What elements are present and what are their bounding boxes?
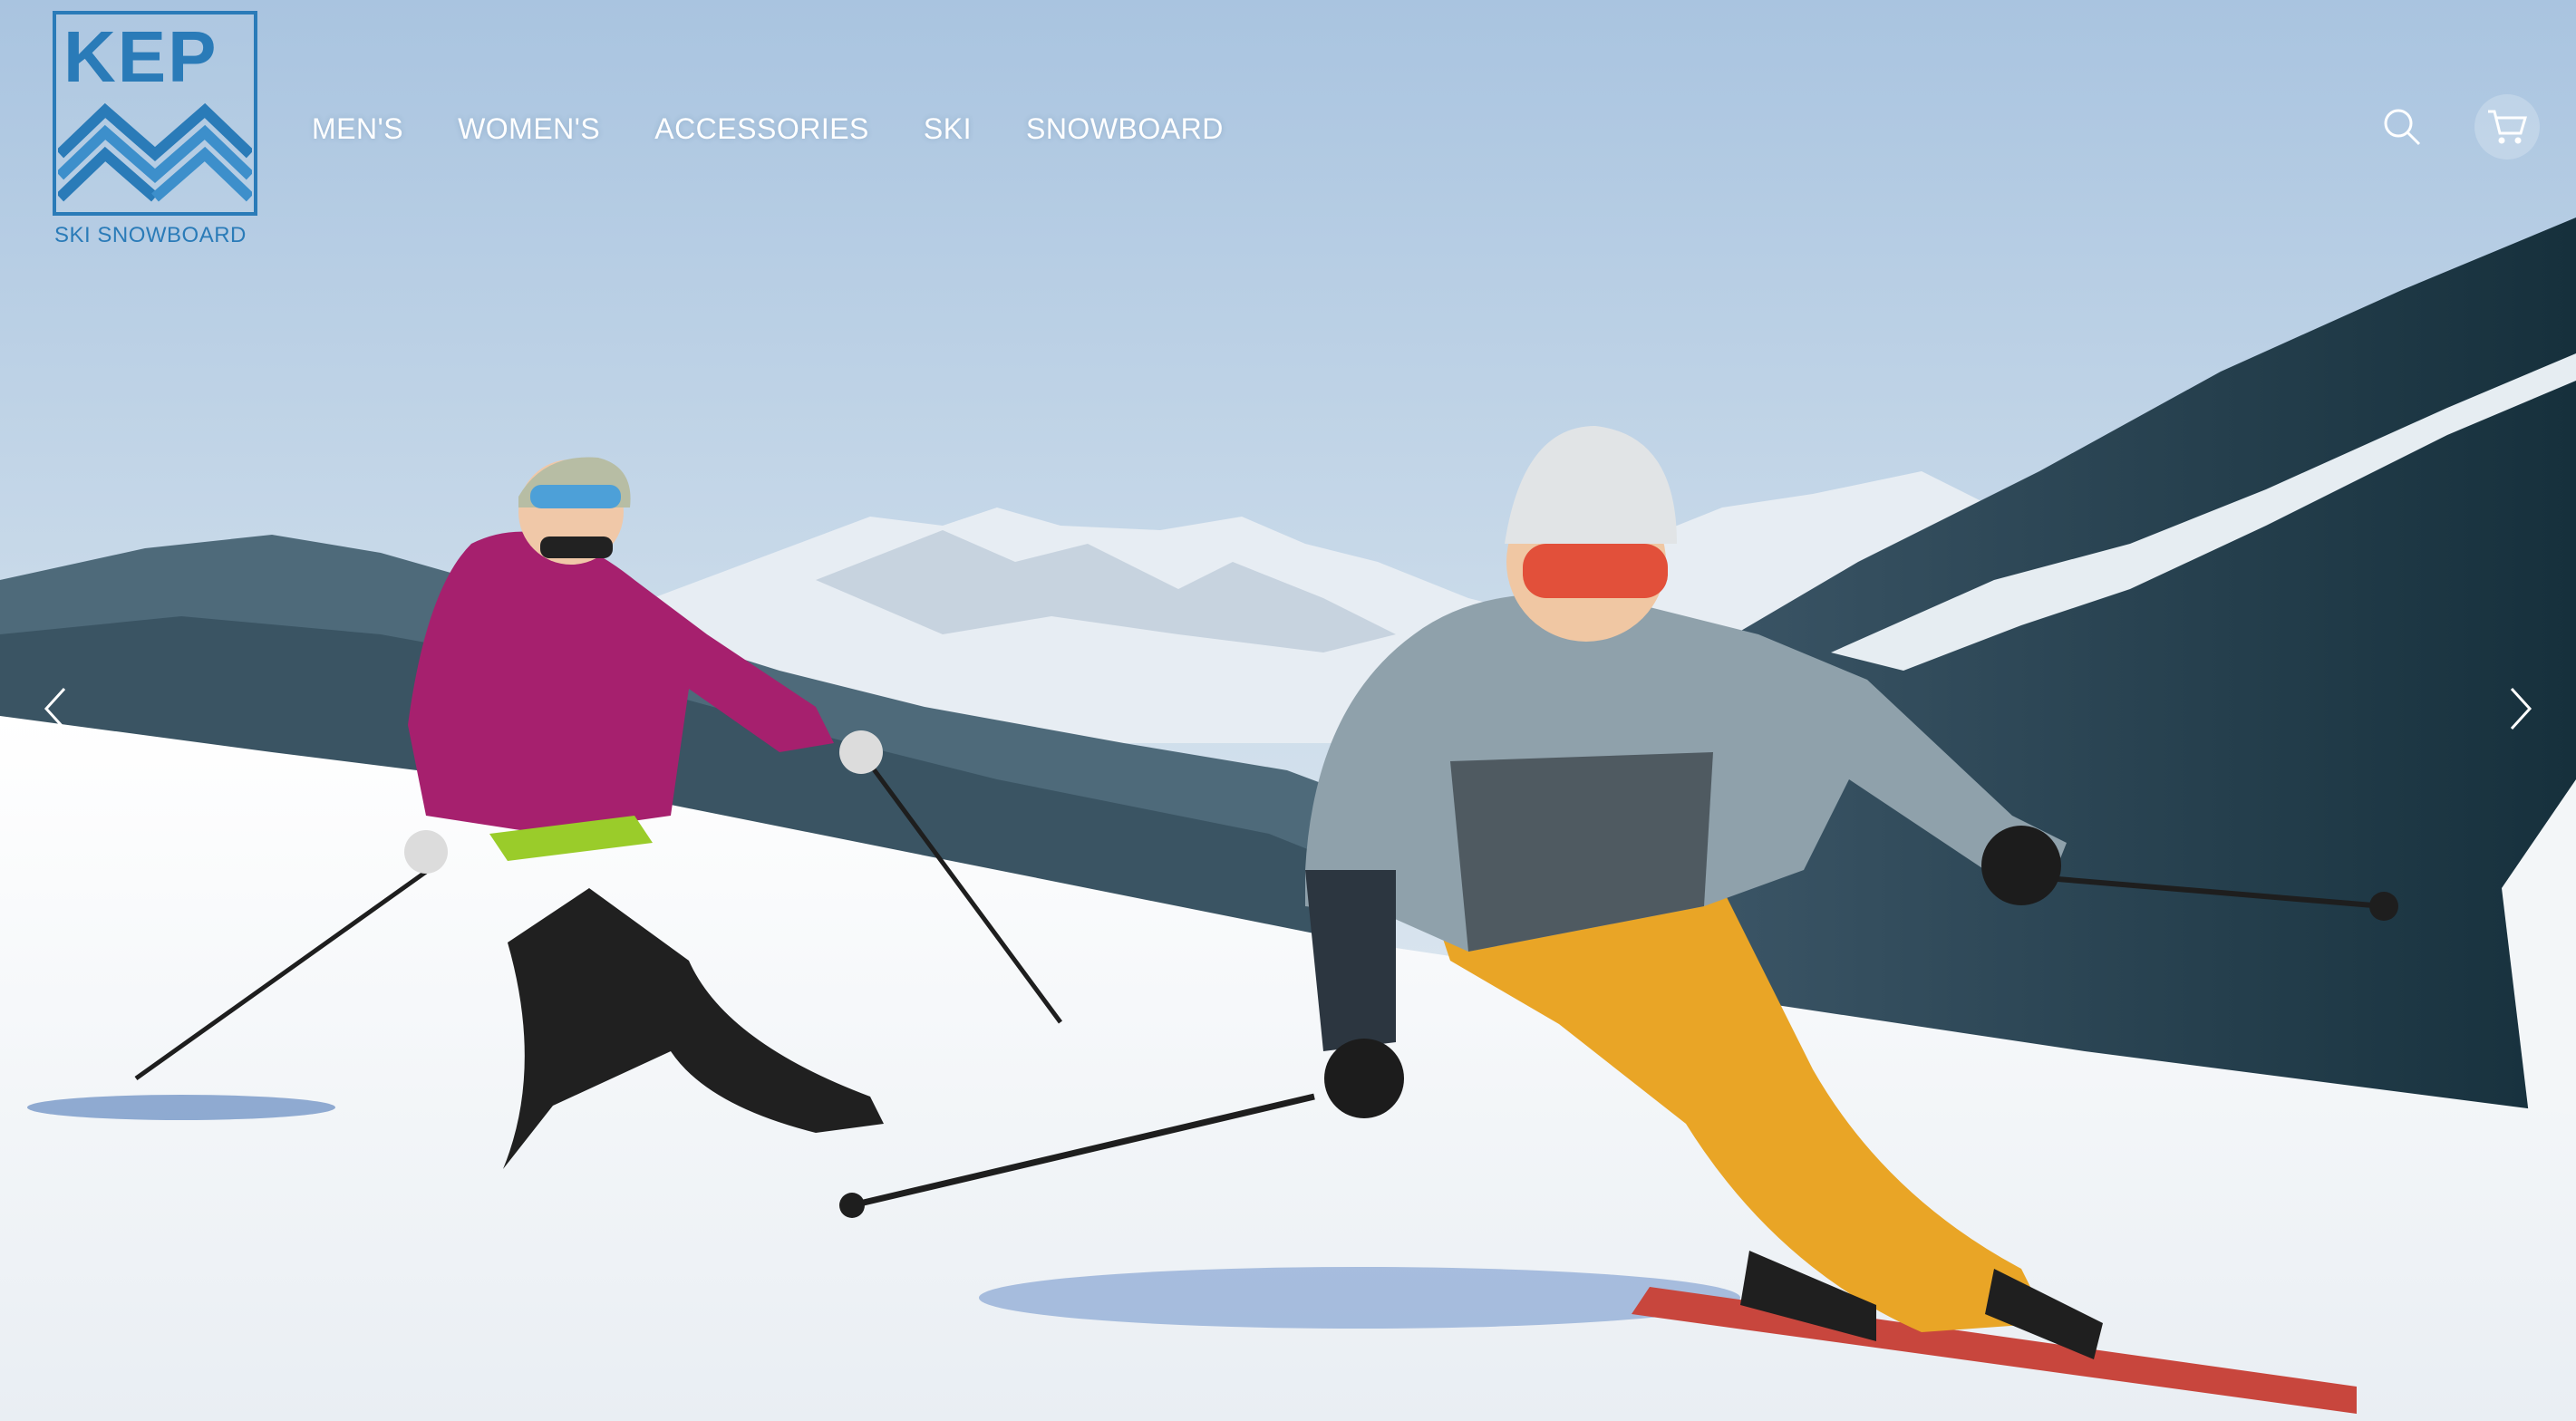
- logo-mountains-icon: [58, 102, 252, 202]
- main-nav: MEN'S WOMEN'S ACCESSORIES SKI SNOWBOARD: [312, 107, 1278, 150]
- nav-item-ski[interactable]: SKI: [924, 107, 972, 150]
- search-button[interactable]: [2369, 94, 2435, 160]
- brand-logo[interactable]: KEP SKI SNOWBOARD: [53, 11, 263, 248]
- nav-item-womens[interactable]: WOMEN'S: [458, 107, 600, 150]
- hero-banner: [0, 0, 2576, 1421]
- search-icon: [2384, 109, 2421, 146]
- chevron-right-icon: [2510, 687, 2532, 730]
- nav-item-snowboard[interactable]: SNOWBOARD: [1026, 107, 1224, 150]
- nav-item-accessories[interactable]: ACCESSORIES: [654, 107, 869, 150]
- nav-item-mens[interactable]: MEN'S: [312, 107, 403, 150]
- carousel-next-button[interactable]: [2494, 680, 2549, 738]
- header-actions: [2369, 94, 2540, 160]
- cart-button[interactable]: [2474, 94, 2540, 160]
- hero-image: [0, 0, 2576, 1421]
- logo-wordmark: KEP: [63, 16, 218, 97]
- chevron-left-icon: [44, 687, 66, 730]
- carousel-prev-button[interactable]: [27, 680, 82, 738]
- logo-tagline: SKI SNOWBOARD: [54, 223, 247, 247]
- cart-icon: [2488, 110, 2528, 144]
